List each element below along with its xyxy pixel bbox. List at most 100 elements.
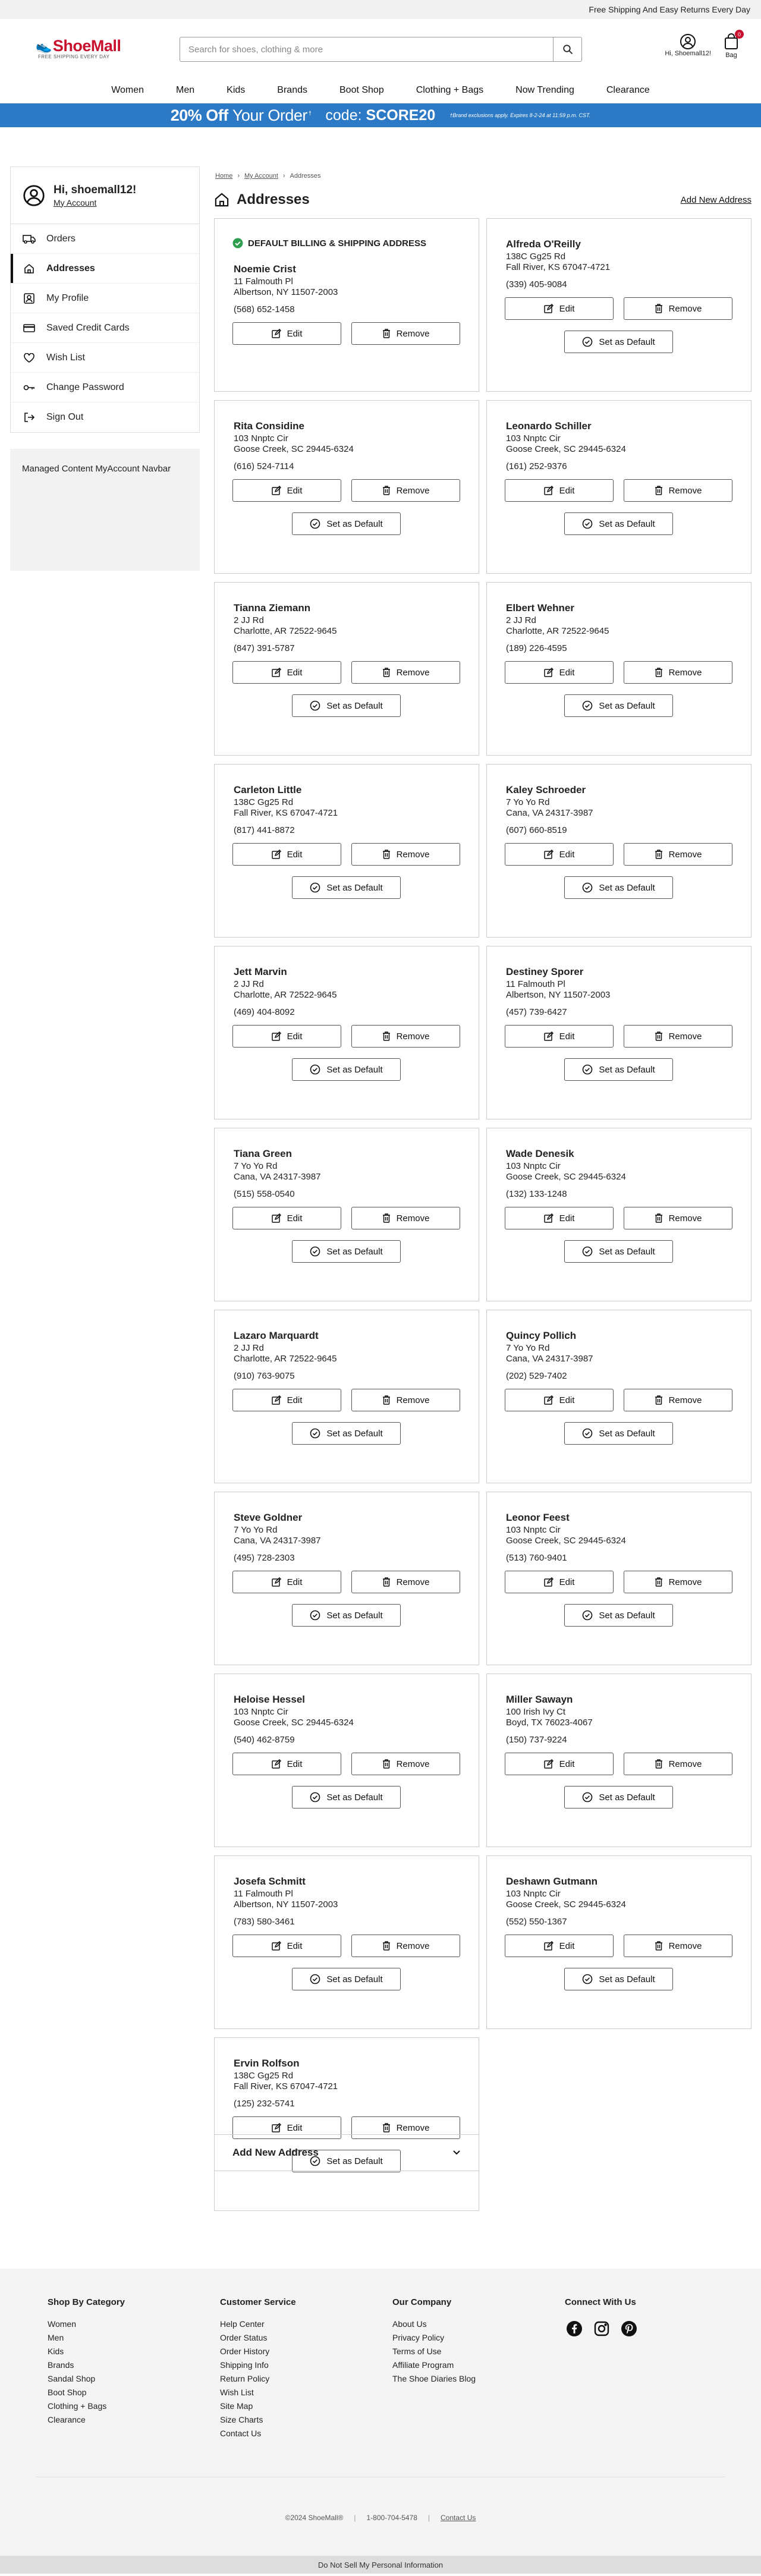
remove-address-button[interactable]: Remove: [624, 1389, 732, 1411]
set-default-button[interactable]: Set as Default: [292, 512, 401, 535]
nav-boot-shop[interactable]: Boot Shop: [339, 85, 384, 96]
breadcrumb-my-account[interactable]: My Account: [244, 172, 278, 180]
footer-link[interactable]: Order Status: [220, 2333, 296, 2342]
footer-link[interactable]: Privacy Policy: [392, 2333, 476, 2342]
set-default-button[interactable]: Set as Default: [564, 694, 673, 717]
footer-link[interactable]: Site Map: [220, 2401, 296, 2411]
edit-address-button[interactable]: Edit: [232, 322, 341, 345]
edit-address-button[interactable]: Edit: [232, 1025, 341, 1048]
pinterest-link[interactable]: [620, 2319, 639, 2338]
edit-address-button[interactable]: Edit: [505, 1935, 614, 1957]
edit-address-button[interactable]: Edit: [232, 1389, 341, 1411]
sidebar-item-change-password[interactable]: Change Password: [11, 373, 199, 402]
edit-address-button[interactable]: Edit: [505, 843, 614, 866]
footer-link[interactable]: Men: [48, 2333, 125, 2342]
promo-banner[interactable]: 20% Off Your Order † code: SCORE20 †Brand…: [0, 103, 761, 127]
search-button[interactable]: [553, 37, 581, 61]
edit-address-button[interactable]: Edit: [505, 1025, 614, 1048]
remove-address-button[interactable]: Remove: [351, 1025, 460, 1048]
remove-address-button[interactable]: Remove: [351, 1571, 460, 1593]
nav-clothing-bags[interactable]: Clothing + Bags: [416, 85, 483, 96]
footer-link[interactable]: Clothing + Bags: [48, 2401, 125, 2411]
edit-address-button[interactable]: Edit: [232, 1207, 341, 1229]
set-default-button[interactable]: Set as Default: [292, 1058, 401, 1081]
remove-address-button[interactable]: Remove: [351, 479, 460, 502]
footer-link[interactable]: Boot Shop: [48, 2388, 125, 2397]
edit-address-button[interactable]: Edit: [505, 1207, 614, 1229]
facebook-link[interactable]: [565, 2319, 584, 2338]
footer-link[interactable]: Affiliate Program: [392, 2360, 476, 2370]
edit-address-button[interactable]: Edit: [232, 661, 341, 684]
set-default-button[interactable]: Set as Default: [292, 694, 401, 717]
remove-address-button[interactable]: Remove: [351, 1753, 460, 1775]
set-default-button[interactable]: Set as Default: [564, 512, 673, 535]
bag-link[interactable]: 0 Bag: [724, 30, 744, 59]
nav-brands[interactable]: Brands: [277, 85, 307, 96]
set-default-button[interactable]: Set as Default: [292, 1968, 401, 1990]
edit-address-button[interactable]: Edit: [505, 1571, 614, 1593]
remove-address-button[interactable]: Remove: [624, 1571, 732, 1593]
remove-address-button[interactable]: Remove: [351, 1389, 460, 1411]
remove-address-button[interactable]: Remove: [624, 479, 732, 502]
account-link[interactable]: Hi, Shoemall12!: [665, 33, 711, 57]
sidebar-item-profile[interactable]: My Profile: [11, 284, 199, 313]
set-default-button[interactable]: Set as Default: [564, 1968, 673, 1990]
set-default-button[interactable]: Set as Default: [292, 876, 401, 899]
footer-link[interactable]: Return Policy: [220, 2374, 296, 2383]
my-account-link[interactable]: My Account: [54, 198, 136, 207]
nav-kids[interactable]: Kids: [227, 85, 245, 96]
instagram-link[interactable]: [592, 2319, 611, 2338]
set-default-button[interactable]: Set as Default: [292, 1240, 401, 1263]
edit-address-button[interactable]: Edit: [232, 1753, 341, 1775]
edit-address-button[interactable]: Edit: [505, 1753, 614, 1775]
footer-link[interactable]: About Us: [392, 2319, 476, 2329]
search-input[interactable]: [180, 37, 553, 61]
sidebar-item-credit-cards[interactable]: Saved Credit Cards: [11, 313, 199, 343]
footer-link[interactable]: Kids: [48, 2347, 125, 2356]
set-default-button[interactable]: Set as Default: [292, 1604, 401, 1627]
remove-address-button[interactable]: Remove: [624, 1025, 732, 1048]
set-default-button[interactable]: Set as Default: [564, 1422, 673, 1445]
set-default-button[interactable]: Set as Default: [564, 876, 673, 899]
set-default-button[interactable]: Set as Default: [564, 331, 673, 353]
nav-now-trending[interactable]: Now Trending: [515, 85, 574, 96]
add-new-address-panel[interactable]: Add New Address: [214, 2134, 479, 2171]
do-not-sell-link[interactable]: Do Not Sell My Personal Information: [0, 2556, 761, 2574]
footer-link[interactable]: Order History: [220, 2347, 296, 2356]
edit-address-button[interactable]: Edit: [232, 1571, 341, 1593]
set-default-button[interactable]: Set as Default: [292, 1786, 401, 1808]
set-default-button[interactable]: Set as Default: [292, 1422, 401, 1445]
sidebar-item-addresses[interactable]: Addresses: [11, 254, 199, 284]
remove-address-button[interactable]: Remove: [624, 843, 732, 866]
remove-address-button[interactable]: Remove: [624, 1935, 732, 1957]
footer-link[interactable]: Clearance: [48, 2415, 125, 2424]
nav-men[interactable]: Men: [176, 85, 194, 96]
edit-address-button[interactable]: Edit: [232, 1935, 341, 1957]
footer-link[interactable]: Terms of Use: [392, 2347, 476, 2356]
remove-address-button[interactable]: Remove: [351, 843, 460, 866]
edit-address-button[interactable]: Edit: [505, 479, 614, 502]
remove-address-button[interactable]: Remove: [351, 1207, 460, 1229]
set-default-button[interactable]: Set as Default: [564, 1604, 673, 1627]
remove-address-button[interactable]: Remove: [624, 1753, 732, 1775]
edit-address-button[interactable]: Edit: [232, 479, 341, 502]
sidebar-item-wish-list[interactable]: Wish List: [11, 343, 199, 373]
logo[interactable]: 👟 ShoeMall FREE SHIPPING EVERY DAY: [36, 37, 155, 59]
set-default-button[interactable]: Set as Default: [564, 1240, 673, 1263]
edit-address-button[interactable]: Edit: [505, 1389, 614, 1411]
footer-link[interactable]: Help Center: [220, 2319, 296, 2329]
remove-address-button[interactable]: Remove: [624, 1207, 732, 1229]
footer-link[interactable]: Brands: [48, 2360, 125, 2370]
footer-link[interactable]: Contact Us: [220, 2429, 296, 2438]
remove-address-button[interactable]: Remove: [624, 661, 732, 684]
edit-address-button[interactable]: Edit: [505, 297, 614, 320]
remove-address-button[interactable]: Remove: [624, 297, 732, 320]
remove-address-button[interactable]: Remove: [351, 661, 460, 684]
remove-address-button[interactable]: Remove: [351, 1935, 460, 1957]
edit-address-button[interactable]: Edit: [505, 661, 614, 684]
footer-link[interactable]: The Shoe Diaries Blog: [392, 2374, 476, 2383]
footer-link[interactable]: Sandal Shop: [48, 2374, 125, 2383]
footer-link[interactable]: Size Charts: [220, 2415, 296, 2424]
set-default-button[interactable]: Set as Default: [564, 1786, 673, 1808]
footer-link[interactable]: Women: [48, 2319, 125, 2329]
